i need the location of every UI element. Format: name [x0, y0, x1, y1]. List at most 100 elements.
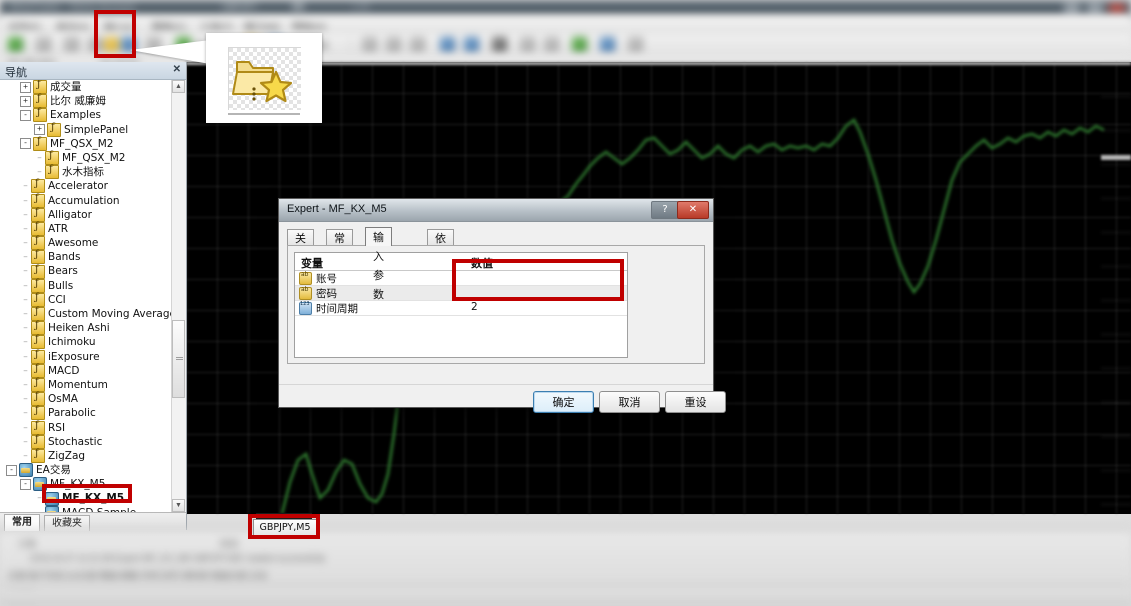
tree-item-[interactable]: –水木指标: [0, 163, 172, 180]
dialog-close-button[interactable]: ✕: [677, 201, 709, 219]
tree-item-cci[interactable]: – CCI: [0, 291, 172, 307]
tree-item-accelerator[interactable]: – Accelerator: [0, 177, 172, 194]
tree-item-accumulation[interactable]: – Accumulation: [0, 192, 172, 208]
tree-branch-line: –: [23, 408, 28, 419]
window-title-symbol: GBPJPY: [222, 2, 258, 12]
tree-item-ea[interactable]: - EA交易: [0, 463, 172, 478]
toolbar-zoom-in-icon[interactable]: [440, 37, 455, 52]
tree-item-bulls[interactable]: – Bulls: [0, 277, 172, 293]
tree-item-label: MF_QSX_M2: [50, 137, 114, 150]
navigator-tabs[interactable]: 常用 收藏夹: [0, 512, 186, 531]
toolbar-navigator-icon[interactable]: [104, 37, 119, 52]
cancel-button[interactable]: 取消: [599, 391, 660, 413]
collapse-icon[interactable]: -: [20, 478, 31, 490]
tree-item-simplepanel[interactable]: + SimplePanel: [0, 121, 172, 137]
tree-item-mf-kx-m5[interactable]: - MF_KX_M5: [0, 477, 172, 492]
tree-item-rsi[interactable]: – RSI: [0, 419, 172, 435]
toolbar-periods-icon[interactable]: [600, 37, 615, 52]
tree-item-mf-kx-m5[interactable]: – MF_KX_M5: [0, 491, 172, 506]
tree-item-zigzag[interactable]: – ZigZag: [0, 447, 172, 463]
terminal-label-2: 时间: [220, 539, 239, 549]
tree-item-macd[interactable]: – MACD: [0, 362, 172, 378]
tree-item-osma[interactable]: – OsMA: [0, 390, 172, 407]
toolbar-market-watch-icon[interactable]: [88, 37, 103, 52]
menu-item-window[interactable]: 窗口(W): [244, 19, 280, 34]
collapse-icon[interactable]: -: [20, 109, 31, 121]
navigator-scrollbar[interactable]: ▲ ▼: [171, 80, 186, 512]
dialog-tab-dependencies[interactable]: 依存关系: [427, 229, 454, 296]
terminal-tabs-strip[interactable]: 交易 账户历史 EA交易 警报 邮箱 市场 信号 资料库 智能交易 日志: [8, 569, 268, 582]
tree-item-awesome[interactable]: – Awesome: [0, 234, 172, 251]
minimize-button[interactable]: [1064, 3, 1081, 14]
toolbar-templates-icon[interactable]: [628, 37, 643, 52]
tree-item-momentum[interactable]: – Momentum: [0, 376, 172, 393]
toolbar-bar-chart-icon[interactable]: [362, 37, 377, 52]
maximize-button[interactable]: [1086, 3, 1103, 14]
tree-branch-line: –: [23, 238, 28, 249]
toolbar-search-icon[interactable]: [64, 37, 79, 52]
tree-item-iexposure[interactable]: – iExposure: [0, 348, 172, 364]
dialog-button-row[interactable]: 确定 取消 重设: [279, 391, 726, 417]
toolbar-shift-icon[interactable]: [520, 37, 535, 52]
menu-item-tools[interactable]: 工具(T): [200, 19, 233, 34]
collapse-icon[interactable]: -: [6, 464, 17, 476]
menu-item-help[interactable]: 帮助(H): [292, 19, 326, 34]
toolbar-indicators-icon[interactable]: [572, 37, 587, 52]
toolbar-crosshair-icon[interactable]: [544, 37, 559, 52]
menu-item-file[interactable]: 文件(F): [8, 19, 41, 34]
tree-item-label: Awesome: [48, 237, 99, 250]
collapse-icon[interactable]: -: [20, 138, 31, 150]
tree-item-custom-moving-averages[interactable]: – Custom Moving Averages: [0, 305, 172, 322]
expand-icon[interactable]: +: [20, 81, 31, 93]
tree-item-ichimoku[interactable]: – Ichimoku: [0, 333, 172, 350]
toolbar-zoom-out-icon[interactable]: [464, 37, 479, 52]
scroll-thumb[interactable]: [172, 320, 185, 398]
dialog-separator: [279, 384, 713, 385]
navigator-tab-common[interactable]: 常用: [4, 514, 40, 531]
dialog-tab-about[interactable]: 关于: [287, 229, 314, 262]
toolbar-line-chart-icon[interactable]: [410, 37, 425, 52]
tree-item-bands[interactable]: – Bands: [0, 248, 172, 265]
tree-item-mf-qsx-m2[interactable]: - MF_QSX_M2: [0, 135, 172, 151]
tree-item-alligator[interactable]: – Alligator: [0, 206, 172, 222]
toolbar-autoscroll-icon[interactable]: [492, 37, 507, 52]
menu-item-insert[interactable]: 插入(I): [104, 19, 133, 34]
navigator-close-icon[interactable]: ✕: [173, 64, 181, 75]
row-label: 账号: [316, 273, 337, 285]
dialog-tab-inputs[interactable]: 输入参数: [365, 227, 392, 301]
tree-item-examples[interactable]: - Examples: [0, 106, 172, 123]
table-row[interactable]: 密码: [295, 286, 627, 301]
toolbar-profiles-icon[interactable]: [36, 37, 51, 52]
expand-icon[interactable]: +: [20, 95, 31, 107]
reset-button[interactable]: 重设: [665, 391, 726, 413]
tree-item-bears[interactable]: – Bears: [0, 263, 172, 279]
scroll-up-icon[interactable]: ▲: [172, 80, 185, 93]
scroll-down-icon[interactable]: ▼: [172, 499, 185, 512]
menu-item-view[interactable]: 显示(V): [56, 19, 89, 34]
dialog-help-button[interactable]: ?: [651, 201, 679, 219]
navigator-tree[interactable]: + 成交量 + 比尔 威廉姆 - Examples + SimplePanel - MF_QSX_…: [0, 80, 172, 512]
tree-item-mf-qsx-m2[interactable]: – MF_QSX_M2: [0, 149, 172, 166]
tree-item-atr[interactable]: – ATR: [0, 220, 172, 236]
table-row[interactable]: 账号: [295, 271, 627, 286]
toolbar-new-chart-icon[interactable]: [8, 37, 23, 52]
expand-icon[interactable]: +: [34, 124, 45, 136]
tree-item-label: Bears: [48, 265, 78, 278]
table-row[interactable]: 时间周期 2: [295, 301, 627, 316]
dialog-tab-common[interactable]: 常用: [326, 229, 353, 262]
tree-item-parabolic[interactable]: – Parabolic: [0, 404, 172, 421]
ok-button[interactable]: 确定: [533, 391, 594, 413]
tree-item-[interactable]: + 成交量: [0, 80, 172, 94]
tree-item-heiken-ashi[interactable]: – Heiken Ashi: [0, 319, 172, 336]
tree-item-label: Stochastic: [48, 435, 103, 448]
tree-item-stochastic[interactable]: – Stochastic: [0, 433, 172, 449]
menu-item-charts[interactable]: 图表(C): [152, 19, 186, 34]
inputs-table[interactable]: 变量 数值 账号 密码: [294, 252, 628, 358]
navigator-tab-favorites[interactable]: 收藏夹: [44, 515, 90, 531]
close-button[interactable]: [1109, 3, 1125, 14]
tree-item-[interactable]: + 比尔 威廉姆: [0, 92, 172, 109]
menu-bar[interactable]: 文件(F) 显示(V) 插入(I) 图表(C) 工具(T) 窗口(W) 帮助(H…: [0, 16, 1131, 34]
row-value[interactable]: 2: [471, 301, 478, 313]
toolbar-candle-chart-icon[interactable]: [386, 37, 401, 52]
chart-symbol-tab[interactable]: GBPJPY,M5: [253, 519, 317, 536]
